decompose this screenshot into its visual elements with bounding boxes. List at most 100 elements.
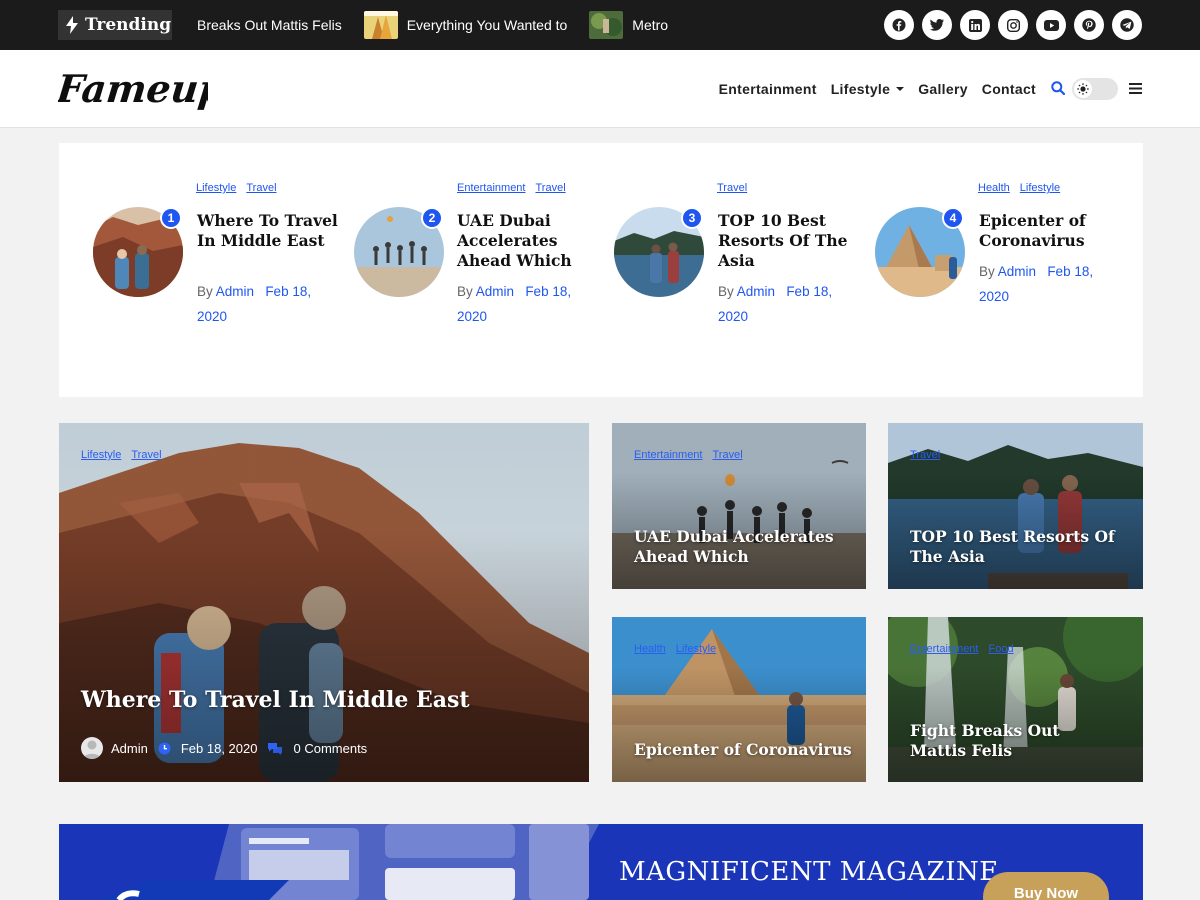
promo-banner[interactable]: MAGNIFICENT MAGAZINE Buy Now [59, 824, 1143, 900]
main-nav: Entertainment Lifestyle Gallery Contact [705, 50, 1142, 128]
post-title[interactable]: UAE Dubai Accelerates Ahead Which [457, 211, 602, 271]
post-title[interactable]: TOP 10 Best Resorts Of The Asia [718, 211, 863, 271]
search-icon[interactable] [1051, 80, 1066, 98]
category-link[interactable]: Travel [910, 449, 940, 461]
category-link[interactable]: Health [978, 182, 1010, 194]
nav-item-lifestyle[interactable]: Lifestyle [831, 81, 905, 97]
rank-badge: 2 [421, 207, 443, 229]
featured-posts: 1 Lifestyle Travel Where To Travel In Mi… [59, 143, 1143, 397]
rank-badge: 3 [681, 207, 703, 229]
author-link[interactable]: Admin [476, 284, 514, 299]
post-meta: Admin Feb 18, 2020 0 Comments [81, 737, 367, 759]
post-title[interactable]: Epicenter of Coronavirus [634, 740, 854, 760]
category-link[interactable]: Lifestyle [81, 449, 121, 461]
post-meta: By Admin Feb 18, 2020 [718, 284, 833, 324]
author-link[interactable]: Admin [737, 284, 775, 299]
post-card[interactable]: Entertainment Travel UAE Dubai Accelerat… [612, 423, 866, 589]
post-card[interactable]: Health Lifestyle Epicenter of Coronaviru… [612, 617, 866, 782]
category-link[interactable]: Lifestyle [1020, 182, 1060, 194]
ticker-item[interactable]: Metro [589, 11, 668, 39]
post-categories: Travel [910, 449, 940, 461]
lightning-icon [66, 16, 78, 34]
category-link[interactable]: Lifestyle [196, 182, 236, 194]
social-links [884, 10, 1142, 40]
comments-icon [268, 742, 283, 755]
category-link[interactable]: Travel [717, 182, 747, 194]
chevron-down-icon [896, 87, 905, 91]
rank-badge: 4 [942, 207, 964, 229]
facebook-icon[interactable] [884, 10, 914, 40]
author-link[interactable]: Admin [111, 741, 148, 756]
hero-post-card[interactable]: Lifestyle Travel Where To Travel In Midd… [59, 423, 589, 782]
featured-post[interactable]: 3 Travel TOP 10 Best Resorts Of The Asia… [614, 143, 864, 397]
category-link[interactable]: Entertainment [634, 449, 702, 461]
rank-badge: 1 [160, 207, 182, 229]
post-title[interactable]: Fight Breaks Out Mattis Felis [910, 721, 1120, 761]
featured-post[interactable]: 4 Health Lifestyle Epicenter of Coronavi… [875, 143, 1125, 397]
comment-count[interactable]: 0 Comments [293, 741, 367, 756]
menu-icon[interactable] [1129, 81, 1142, 97]
post-title[interactable]: Where To Travel In Middle East [197, 211, 342, 251]
pinterest-icon[interactable] [1074, 10, 1104, 40]
post-date[interactable]: Feb 18, 2020 [197, 284, 311, 324]
nav-item-contact[interactable]: Contact [982, 81, 1036, 97]
category-link[interactable]: Food [988, 643, 1013, 655]
post-categories: Health Lifestyle [634, 643, 716, 655]
clock-icon [158, 742, 171, 754]
category-link[interactable]: Entertainment [457, 182, 525, 194]
trending-label: Trending [85, 15, 172, 35]
author-link[interactable]: Admin [216, 284, 254, 299]
ticker-item[interactable]: Breaks Out Mattis Felis [197, 17, 342, 33]
svg-text:Fameup: Fameup [58, 66, 208, 111]
post-title[interactable]: UAE Dubai Accelerates Ahead Which [634, 527, 834, 567]
avatar [81, 737, 103, 759]
post-title[interactable]: Where To Travel In Middle East [81, 687, 470, 713]
youtube-icon[interactable] [1036, 10, 1066, 40]
site-header: Fameup Entertainment Lifestyle Gallery C… [0, 50, 1200, 128]
post-meta: By Admin Feb 18, 2020 [457, 284, 572, 324]
category-link[interactable]: Entertainment [910, 643, 978, 655]
post-meta: By Admin Feb 18, 2020 [197, 284, 312, 324]
site-logo[interactable]: Fameup [54, 60, 228, 121]
post-card[interactable]: Entertainment Food Fight Breaks Out Matt… [888, 617, 1143, 782]
featured-post[interactable]: 1 Lifestyle Travel Where To Travel In Mi… [93, 143, 343, 397]
post-title[interactable]: Epicenter of Coronavirus [979, 211, 1124, 251]
nav-item-entertainment[interactable]: Entertainment [719, 81, 817, 97]
post-categories: Lifestyle Travel [81, 449, 162, 461]
category-link[interactable]: Travel [246, 182, 276, 194]
telegram-icon[interactable] [1112, 10, 1142, 40]
post-meta: By Admin Feb 18, 2020 [979, 264, 1094, 304]
nav-item-gallery[interactable]: Gallery [918, 81, 968, 97]
post-card[interactable]: Travel TOP 10 Best Resorts Of The Asia [888, 423, 1143, 589]
ticker-thumbnail [363, 11, 398, 39]
sun-icon [1074, 80, 1092, 98]
post-categories: Travel [717, 182, 747, 194]
ticker-item[interactable]: Everything You Wanted to [363, 11, 567, 39]
post-date[interactable]: Feb 18, 2020 [457, 284, 571, 324]
category-link[interactable]: Lifestyle [676, 643, 716, 655]
category-link[interactable]: Travel [131, 449, 161, 461]
ticker-thumbnail [589, 11, 624, 39]
author-link[interactable]: Admin [998, 264, 1036, 279]
instagram-icon[interactable] [998, 10, 1028, 40]
post-categories: Entertainment Food [910, 643, 1014, 655]
top-bar: Trending Breaks Out Mattis Felis Everyth… [0, 0, 1200, 50]
linkedin-icon[interactable] [960, 10, 990, 40]
post-categories: Health Lifestyle [978, 182, 1060, 194]
post-date[interactable]: Feb 18, 2020 [181, 741, 258, 756]
banner-title: MAGNIFICENT MAGAZINE [619, 857, 999, 887]
theme-toggle[interactable] [1072, 78, 1118, 100]
category-link[interactable]: Health [634, 643, 666, 655]
twitter-icon[interactable] [922, 10, 952, 40]
post-categories: Entertainment Travel [457, 182, 566, 194]
trending-badge: Trending [58, 10, 172, 40]
featured-post[interactable]: 2 Entertainment Travel UAE Dubai Acceler… [354, 143, 604, 397]
post-categories: Entertainment Travel [634, 449, 743, 461]
post-title[interactable]: TOP 10 Best Resorts Of The Asia [910, 527, 1125, 567]
category-link[interactable]: Travel [535, 182, 565, 194]
post-date[interactable]: Feb 18, 2020 [718, 284, 832, 324]
buy-now-button[interactable]: Buy Now [983, 872, 1109, 900]
post-date[interactable]: Feb 18, 2020 [979, 264, 1093, 304]
category-link[interactable]: Travel [712, 449, 742, 461]
news-ticker: Breaks Out Mattis Felis Everything You W… [197, 0, 683, 50]
